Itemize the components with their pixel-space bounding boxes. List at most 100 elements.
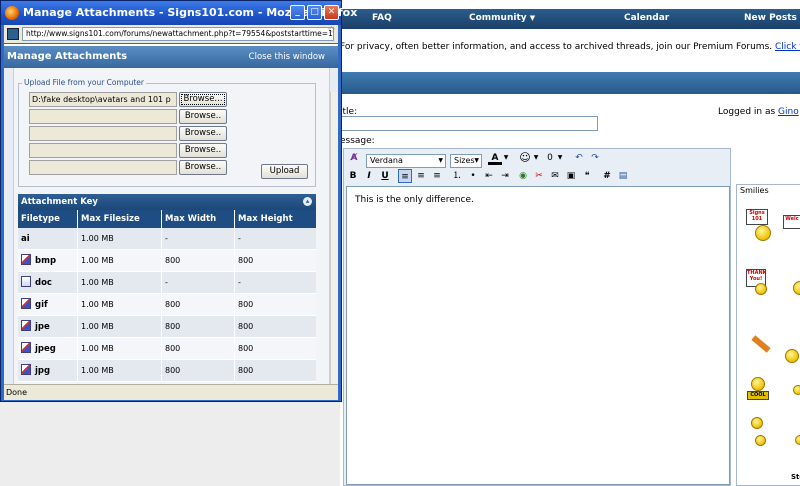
message-text: This is the only difference. xyxy=(355,195,474,205)
image-file-icon xyxy=(21,254,31,265)
attachment-icon[interactable]: 0 xyxy=(544,151,556,165)
smiley-welcome[interactable]: Welc xyxy=(783,215,800,229)
smiley-face-icon[interactable] xyxy=(785,349,799,363)
font-color-icon[interactable]: A xyxy=(488,151,502,165)
bookmark-star-icon[interactable]: ☆ xyxy=(327,25,336,36)
table-row: gif 1.00 MB 800 800 xyxy=(18,294,316,316)
align-left-icon[interactable]: ≡ xyxy=(398,169,412,183)
size-select-value: Sizes xyxy=(454,156,475,165)
filetype-label: ai xyxy=(21,234,30,244)
filesize-cell: 1.00 MB xyxy=(78,250,162,272)
chevron-down-icon[interactable]: ▼ xyxy=(502,151,510,165)
file-input-2[interactable] xyxy=(29,109,177,124)
outdent-icon[interactable]: ⇤ xyxy=(482,169,496,183)
browse-button-2[interactable]: Browse.. xyxy=(179,109,227,124)
smiley-face-icon[interactable] xyxy=(751,417,763,429)
chevron-down-icon[interactable]: ▼ xyxy=(532,151,540,165)
address-bar: http://www.signs101.com/forums/newattach… xyxy=(4,25,338,43)
url-field[interactable]: http://www.signs101.com/forums/newattach… xyxy=(22,27,334,41)
smiley-insert-icon[interactable]: ☺ xyxy=(518,151,532,165)
filetype-cell: jpeg xyxy=(18,338,78,360)
file-input-5[interactable] xyxy=(29,160,177,175)
file-input-4[interactable] xyxy=(29,143,177,158)
vertical-scrollbar[interactable] xyxy=(330,92,338,384)
smiley-face-icon[interactable] xyxy=(793,385,800,395)
nav-faq[interactable]: FAQ xyxy=(372,13,392,23)
smiley-cool[interactable]: COOL xyxy=(747,391,769,400)
smiley-face-icon[interactable] xyxy=(795,435,800,445)
filetype-cell: gif xyxy=(18,294,78,316)
pencil-icon[interactable] xyxy=(751,335,771,353)
browse-button-3[interactable]: Browse.. xyxy=(179,126,227,141)
quote-icon[interactable]: ❝ xyxy=(580,169,594,183)
smiley-face-icon[interactable] xyxy=(755,435,766,446)
nav-community[interactable]: Community ▼ xyxy=(469,13,535,23)
width-cell: 800 xyxy=(162,360,235,382)
collapse-icon[interactable]: ▴ xyxy=(303,197,312,206)
title-input[interactable] xyxy=(340,116,598,131)
filesize-cell: 1.00 MB xyxy=(78,316,162,338)
width-cell: 800 xyxy=(162,316,235,338)
bullet-list-icon[interactable]: • xyxy=(466,169,480,183)
align-center-icon[interactable]: ≡ xyxy=(414,169,428,183)
image-icon[interactable]: ▣ xyxy=(564,169,578,183)
attachments-panel: D:\fake desktop\avatars and 101 p Browse… xyxy=(13,68,330,384)
close-window-link[interactable]: Close this window xyxy=(249,52,325,62)
file-input-1[interactable]: D:\fake desktop\avatars and 101 p xyxy=(29,92,177,107)
forum-navbar: FAQ Community ▼ Calendar New Posts xyxy=(340,9,800,29)
chevron-down-icon: ▼ xyxy=(529,14,536,22)
attachment-key-title: Attachment Key ▴ xyxy=(18,194,316,210)
smiley-face-icon[interactable] xyxy=(751,377,765,391)
numbered-list-icon[interactable]: ⒈ xyxy=(450,169,464,183)
username-link[interactable]: Gino xyxy=(778,107,799,117)
filetype-cell: ai xyxy=(18,228,78,250)
size-select[interactable]: Sizes ▼ xyxy=(450,154,482,168)
file-input-3[interactable] xyxy=(29,126,177,141)
upload-button[interactable]: Upload xyxy=(261,164,308,179)
browse-button-1[interactable]: Browse... xyxy=(179,92,227,107)
height-cell: 800 xyxy=(238,344,254,353)
firefox-icon xyxy=(5,6,19,20)
minimize-button[interactable]: _ xyxy=(290,5,305,20)
align-right-icon[interactable]: ≡ xyxy=(430,169,444,183)
col-max-filesize: Max Filesize xyxy=(78,210,162,228)
browse-button-5[interactable]: Browse.. xyxy=(179,160,227,175)
width-cell: - xyxy=(162,228,235,250)
smiley-sign-text: Signs 101 xyxy=(749,210,765,222)
remove-format-icon[interactable]: A̸ xyxy=(347,151,361,165)
promo-link[interactable]: Click for Subscri xyxy=(775,42,800,52)
window-titlebar[interactable]: Manage Attachments - Signs101.com - Mozi… xyxy=(1,1,357,25)
forum-section-bar xyxy=(340,72,800,94)
smiley-face-icon[interactable] xyxy=(755,283,767,295)
premium-promo: For privacy, often better information, a… xyxy=(340,42,800,52)
promo-text: For privacy, often better information, a… xyxy=(340,42,773,52)
indent-icon[interactable]: ⇥ xyxy=(498,169,512,183)
nav-new-posts[interactable]: New Posts xyxy=(744,13,797,23)
nav-calendar[interactable]: Calendar xyxy=(624,13,669,23)
maximize-button[interactable]: □ xyxy=(307,5,322,20)
smiley-signs101[interactable]: Signs 101 xyxy=(746,209,768,225)
close-button[interactable]: ✕ xyxy=(324,5,339,20)
smilies-panel: Signs 101 Welc THANK You! COOL Ste xyxy=(736,184,800,486)
font-select[interactable]: Verdana ▼ xyxy=(366,154,446,168)
php-icon[interactable]: ▤ xyxy=(616,169,630,183)
col-max-height: Max Height xyxy=(235,210,316,228)
smiley-face-icon[interactable] xyxy=(755,225,771,241)
smiley-face-icon[interactable] xyxy=(793,281,800,295)
message-textarea[interactable]: This is the only difference. xyxy=(346,186,730,485)
undo-icon[interactable]: ↶ xyxy=(572,151,586,165)
logged-in-prefix: Logged in as xyxy=(718,107,776,117)
redo-icon[interactable]: ↷ xyxy=(588,151,602,165)
underline-icon[interactable]: U xyxy=(379,169,391,183)
chevron-down-icon[interactable]: ▼ xyxy=(556,151,564,165)
code-icon[interactable]: # xyxy=(600,169,614,183)
upload-legend: Upload File from your Computer xyxy=(22,78,146,87)
bold-icon[interactable]: B xyxy=(347,169,359,183)
browse-button-4[interactable]: Browse.. xyxy=(179,143,227,158)
link-icon[interactable]: ◉ xyxy=(516,169,530,183)
email-icon[interactable]: ✉ xyxy=(548,169,562,183)
smiley-ste[interactable]: Ste xyxy=(791,473,800,481)
width-cell: 800 xyxy=(162,294,235,316)
unlink-icon[interactable]: ✂ xyxy=(532,169,546,183)
italic-icon[interactable]: I xyxy=(363,169,375,183)
